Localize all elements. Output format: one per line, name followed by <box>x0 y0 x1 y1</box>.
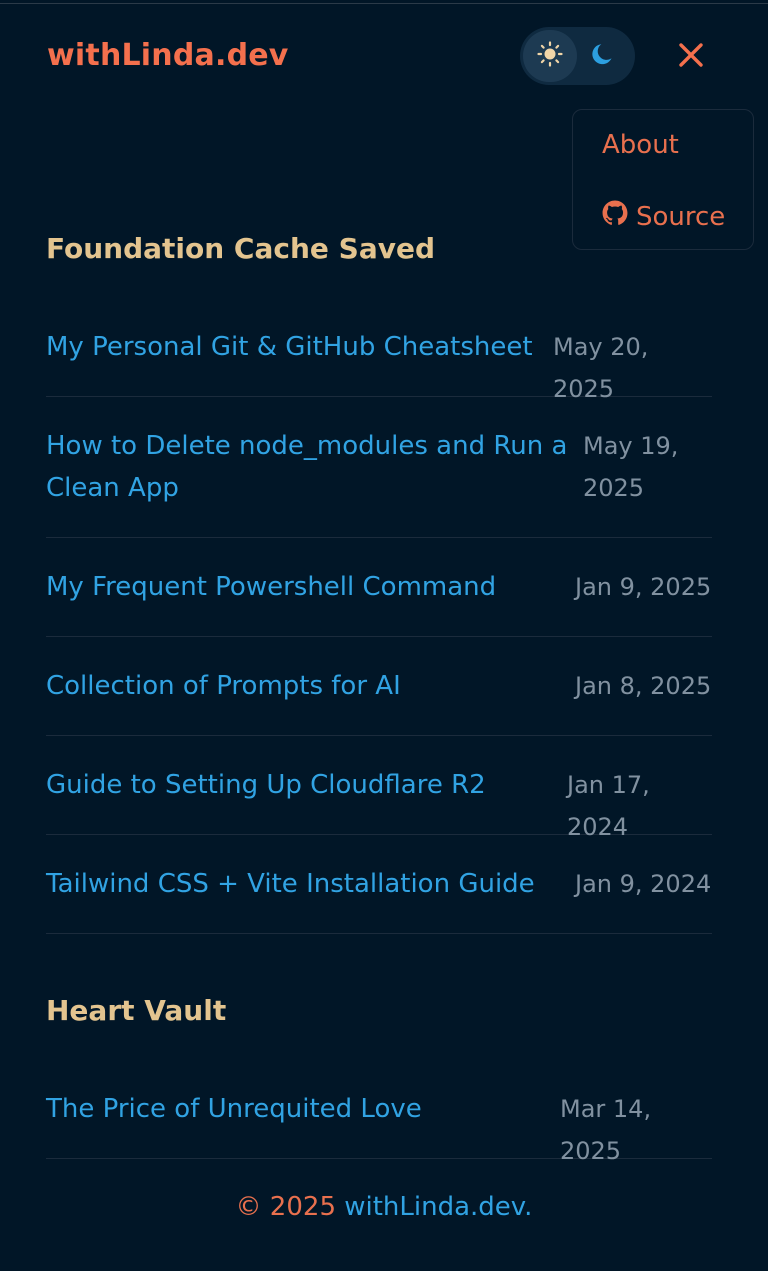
post-link[interactable]: How to Delete node_modules and Run a Cle… <box>46 425 567 509</box>
footer: © 2025 withLinda.dev. <box>0 1192 768 1222</box>
post-row: How to Delete node_modules and Run a Cle… <box>46 397 712 538</box>
light-theme-button[interactable] <box>523 30 577 82</box>
menu-item-about-label: About <box>602 130 679 160</box>
site-logo-link[interactable]: withLinda.dev <box>47 38 289 73</box>
post-row: Collection of Prompts for AI Jan 8, 2025 <box>46 637 712 736</box>
footer-site-link[interactable]: withLinda.dev <box>344 1192 524 1222</box>
post-link-line: How to Delete node_modules and Run a <box>46 431 568 461</box>
post-link[interactable]: My Frequent Powershell Command <box>46 566 496 608</box>
post-link[interactable]: My Personal Git & GitHub Cheatsheet <box>46 326 533 368</box>
nav-dropdown-menu: About Source <box>572 109 754 250</box>
post-link[interactable]: Tailwind CSS + Vite Installation Guide <box>46 863 535 905</box>
top-border <box>0 0 768 4</box>
post-row: The Price of Unrequited Love Mar 14, 202… <box>46 1060 712 1165</box>
footer-copyright: © 2025 <box>235 1192 336 1222</box>
post-date: Mar 14, 2025 <box>560 1095 652 1165</box>
menu-item-about[interactable]: About <box>602 130 679 160</box>
post-row: My Personal Git & GitHub Cheatsheet May … <box>46 297 712 403</box>
post-row: Guide to Setting Up Cloudflare R2 Jan 17… <box>46 736 712 841</box>
post-row: Tailwind CSS + Vite Installation Guide J… <box>46 835 712 934</box>
close-icon <box>678 42 704 72</box>
close-menu-button[interactable] <box>674 40 708 74</box>
menu-item-source[interactable]: Source <box>602 200 725 233</box>
post-link-line: Clean App <box>46 473 179 503</box>
menu-item-source-label: Source <box>636 201 726 232</box>
post-row: My Frequent Powershell Command Jan 9, 20… <box>46 538 712 637</box>
post-date: Jan 8, 2025 <box>575 672 712 700</box>
post-link[interactable]: Collection of Prompts for AI <box>46 665 401 707</box>
dark-theme-button[interactable] <box>577 30 631 82</box>
post-date: Jan 9, 2024 <box>575 870 712 898</box>
footer-period: . <box>524 1192 533 1222</box>
post-link[interactable]: Guide to Setting Up Cloudflare R2 <box>46 764 486 806</box>
theme-toggle[interactable] <box>520 27 635 85</box>
post-date: Jan 9, 2025 <box>575 573 712 601</box>
sun-icon <box>537 41 563 71</box>
post-date-line: May 19, <box>583 432 679 460</box>
section-title: Heart Vault <box>46 994 227 1027</box>
post-link[interactable]: The Price of Unrequited Love <box>46 1088 422 1130</box>
section-title: Foundation Cache Saved <box>46 232 435 265</box>
post-date: May 19, 2025 <box>583 425 678 509</box>
post-date-line: 2025 <box>583 474 645 502</box>
moon-icon <box>590 40 618 72</box>
github-icon <box>602 200 628 233</box>
